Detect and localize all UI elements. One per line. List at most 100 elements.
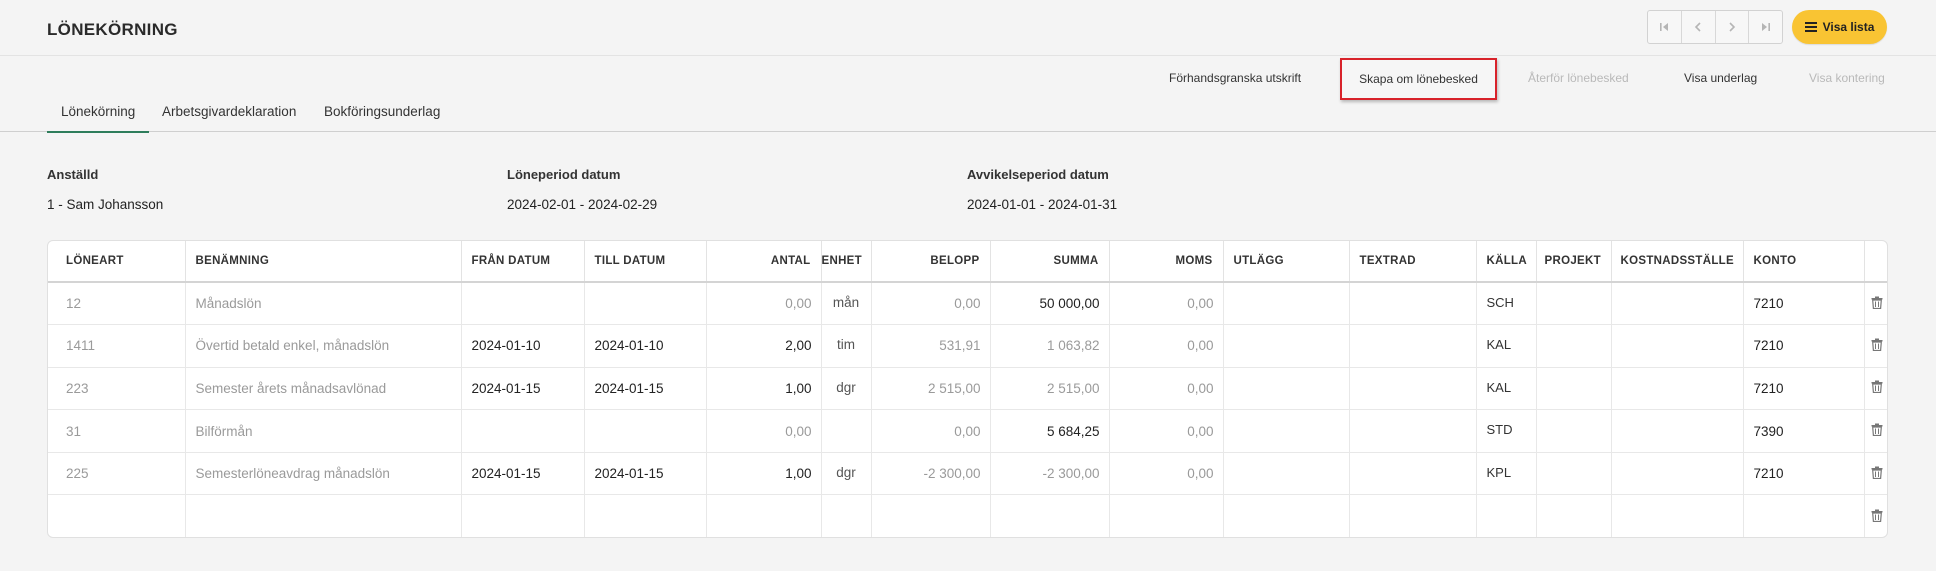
cell-kostnadsstalle[interactable] <box>1611 367 1744 411</box>
cell-konto[interactable]: 7210 <box>1743 367 1865 411</box>
cell-utlagg[interactable] <box>1223 452 1350 496</box>
cell-kostnadsstalle[interactable] <box>1611 409 1744 453</box>
show-posting-action[interactable]: Visa kontering <box>1809 71 1885 85</box>
cell-projekt[interactable] <box>1536 324 1612 368</box>
cell-textrad[interactable] <box>1349 367 1477 411</box>
cell-kostnadsstalle[interactable] <box>1611 282 1744 326</box>
delete-row-button[interactable] <box>1864 409 1887 453</box>
cell-fran-datum[interactable] <box>461 282 585 326</box>
column-header-kostnadsstalle[interactable]: KOSTNADSSTÄLLE <box>1611 241 1744 283</box>
cell-textrad[interactable] <box>1349 409 1477 453</box>
cell-textrad[interactable] <box>1349 324 1477 368</box>
cell-summa[interactable]: 5 684,25 <box>990 409 1110 453</box>
preview-print-action[interactable]: Förhandsgranska utskrift <box>1169 71 1301 85</box>
table-row[interactable]: 225 Semesterlöneavdrag månadslön 2024-01… <box>48 452 1887 496</box>
cell-belopp[interactable]: 0,00 <box>871 409 991 453</box>
cell-konto[interactable]: 7210 <box>1743 452 1865 496</box>
next-record-button[interactable] <box>1716 11 1750 43</box>
cell-antal[interactable]: 0,00 <box>706 409 822 453</box>
cell-benamning[interactable]: Övertid betald enkel, månadslön <box>185 324 462 368</box>
cell-loneart[interactable]: 223 <box>48 367 186 411</box>
cell-moms[interactable]: 0,00 <box>1109 409 1224 453</box>
cell-enhet[interactable]: tim <box>821 324 872 368</box>
cell-enhet[interactable]: dgr <box>821 367 872 411</box>
cell-enhet[interactable] <box>821 409 872 453</box>
revert-payslip-action[interactable]: Återför lönebesked <box>1528 71 1629 85</box>
cell-textrad[interactable] <box>1349 452 1477 496</box>
cell-kalla[interactable] <box>1476 494 1537 537</box>
cell-textrad[interactable] <box>1349 282 1477 326</box>
column-header-loneart[interactable]: LÖNEART <box>48 241 186 283</box>
column-header-antal[interactable]: ANTAL <box>706 241 822 283</box>
cell-utlagg[interactable] <box>1223 282 1350 326</box>
cell-antal[interactable]: 2,00 <box>706 324 822 368</box>
cell-konto[interactable]: 7390 <box>1743 409 1865 453</box>
cell-projekt[interactable] <box>1536 282 1612 326</box>
cell-projekt[interactable] <box>1536 494 1612 537</box>
table-row[interactable]: 223 Semester årets månadsavlönad 2024-01… <box>48 367 1887 411</box>
cell-kalla[interactable]: STD <box>1476 409 1537 453</box>
tab-lonekorning[interactable]: Lönekörning <box>46 104 150 133</box>
cell-utlagg[interactable] <box>1223 494 1350 537</box>
delete-row-button[interactable] <box>1864 452 1887 496</box>
cell-kostnadsstalle[interactable] <box>1611 452 1744 496</box>
cell-kalla[interactable]: KAL <box>1476 324 1537 368</box>
cell-loneart[interactable]: 225 <box>48 452 186 496</box>
cell-enhet[interactable]: mån <box>821 282 872 326</box>
previous-record-button[interactable] <box>1682 11 1716 43</box>
column-header-enhet[interactable]: ENHET <box>821 241 872 283</box>
cell-moms[interactable]: 0,00 <box>1109 367 1224 411</box>
first-record-button[interactable] <box>1648 11 1682 43</box>
cell-loneart[interactable] <box>48 494 186 537</box>
tab-bokforingsunderlag[interactable]: Bokföringsunderlag <box>324 104 440 119</box>
cell-projekt[interactable] <box>1536 409 1612 453</box>
cell-konto[interactable] <box>1743 494 1865 537</box>
delete-row-button[interactable] <box>1864 367 1887 411</box>
cell-loneart[interactable]: 1411 <box>48 324 186 368</box>
cell-till-datum[interactable] <box>584 494 707 537</box>
cell-kalla[interactable]: KAL <box>1476 367 1537 411</box>
cell-till-datum[interactable]: 2024-01-15 <box>584 367 707 411</box>
cell-kostnadsstalle[interactable] <box>1611 494 1744 537</box>
cell-projekt[interactable] <box>1536 367 1612 411</box>
cell-enhet[interactable]: dgr <box>821 452 872 496</box>
column-header-moms[interactable]: MOMS <box>1109 241 1224 283</box>
column-header-utlagg[interactable]: UTLÄGG <box>1223 241 1350 283</box>
cell-benamning[interactable]: Semester årets månadsavlönad <box>185 367 462 411</box>
cell-fran-datum[interactable] <box>461 409 585 453</box>
cell-utlagg[interactable] <box>1223 324 1350 368</box>
cell-utlagg[interactable] <box>1223 409 1350 453</box>
cell-benamning[interactable]: Semesterlöneavdrag månadslön <box>185 452 462 496</box>
cell-kalla[interactable]: SCH <box>1476 282 1537 326</box>
cell-benamning[interactable]: Bilförmån <box>185 409 462 453</box>
cell-kalla[interactable]: KPL <box>1476 452 1537 496</box>
cell-summa[interactable]: 1 063,82 <box>990 324 1110 368</box>
column-header-konto[interactable]: KONTO <box>1743 241 1865 283</box>
cell-kostnadsstalle[interactable] <box>1611 324 1744 368</box>
column-header-textrad[interactable]: TEXTRAD <box>1349 241 1477 283</box>
cell-summa[interactable]: -2 300,00 <box>990 452 1110 496</box>
cell-till-datum[interactable] <box>584 409 707 453</box>
table-row[interactable]: 1411 Övertid betald enkel, månadslön 202… <box>48 324 1887 368</box>
cell-utlagg[interactable] <box>1223 367 1350 411</box>
cell-belopp[interactable]: 0,00 <box>871 282 991 326</box>
cell-till-datum[interactable]: 2024-01-15 <box>584 452 707 496</box>
cell-textrad[interactable] <box>1349 494 1477 537</box>
cell-fran-datum[interactable] <box>461 494 585 537</box>
cell-antal[interactable]: 1,00 <box>706 367 822 411</box>
delete-row-button[interactable] <box>1864 495 1887 537</box>
cell-moms[interactable]: 0,00 <box>1109 282 1224 326</box>
cell-fran-datum[interactable]: 2024-01-15 <box>461 452 585 496</box>
show-basis-action[interactable]: Visa underlag <box>1684 71 1757 85</box>
cell-summa[interactable]: 50 000,00 <box>990 282 1110 326</box>
cell-konto[interactable]: 7210 <box>1743 282 1865 326</box>
cell-benamning[interactable]: Månadslön <box>185 282 462 326</box>
column-header-fran-datum[interactable]: FRÅN DATUM <box>461 241 585 283</box>
column-header-kalla[interactable]: KÄLLA <box>1476 241 1537 283</box>
cell-enhet[interactable] <box>821 494 872 537</box>
cell-moms[interactable]: 0,00 <box>1109 452 1224 496</box>
column-header-projekt[interactable]: PROJEKT <box>1536 241 1612 283</box>
cell-fran-datum[interactable]: 2024-01-15 <box>461 367 585 411</box>
column-header-till-datum[interactable]: TILL DATUM <box>584 241 707 283</box>
delete-row-button[interactable] <box>1864 282 1887 326</box>
